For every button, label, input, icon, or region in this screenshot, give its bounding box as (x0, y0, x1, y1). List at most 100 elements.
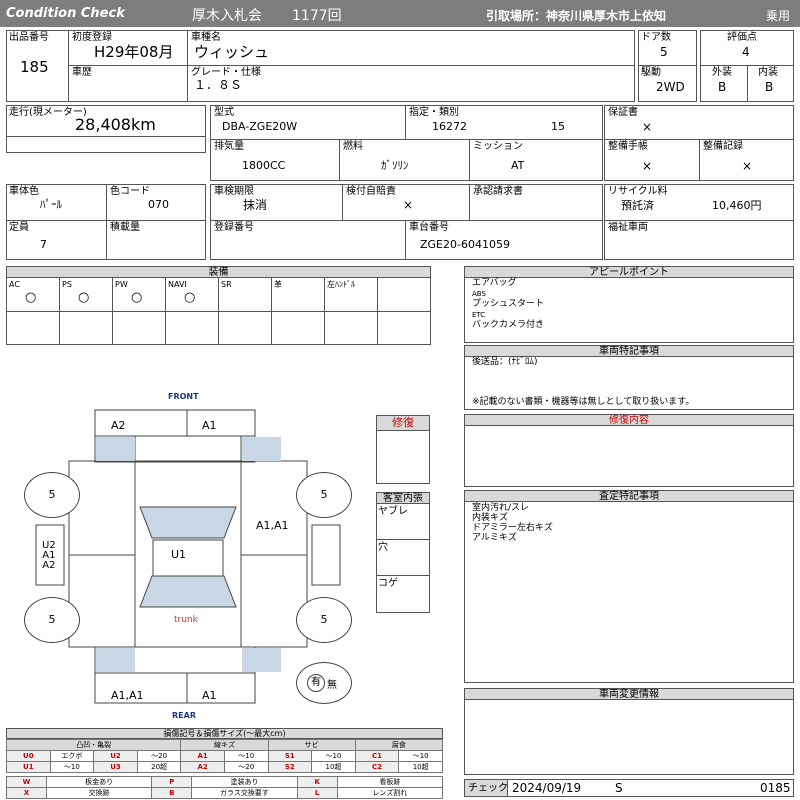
model-name: ウィッシュ (194, 43, 270, 61)
fuel-label: 燃料 (343, 141, 363, 152)
legend-mark-cell: B (151, 787, 193, 799)
condition-check-title: Condition Check (6, 6, 125, 21)
legend-cell: C1 (354, 750, 400, 762)
legend-cell: S1 (267, 750, 313, 762)
equipment-label: PS (62, 280, 72, 289)
rear-label: REAR (172, 711, 196, 720)
special-text: 後送品：(ﾅﾋﾞﾛﾑ) (472, 357, 538, 367)
interior-value: B (765, 80, 774, 94)
tire-rear-left: 5 (24, 597, 80, 643)
legend-cell: 20超 (136, 761, 182, 773)
damage-legend: 損傷記号＆損傷サイズ(〜最大cm) 凸凹・亀裂 線キズ サビ 腐食 U0 エクボ U… (5, 728, 444, 799)
doors-value: 5 (660, 45, 668, 59)
legend-cell: 〜10 (311, 750, 356, 762)
chassis-label: 車台番号 (409, 222, 449, 233)
classification-value: 15 (551, 120, 565, 133)
legend-cell: 〜10 (49, 761, 95, 773)
category: 乗用 (766, 9, 791, 23)
chassis-value: ZGE20-6041059 (420, 238, 510, 251)
inspection-value: 抹消 (243, 198, 268, 212)
type-value: DBA-ZGE20W (222, 120, 298, 133)
color-code-value: 070 (148, 198, 169, 211)
equipment-value: ○ (25, 290, 37, 305)
appeal-item: バックカメラ付き (472, 320, 545, 330)
exterior-value: B (718, 80, 727, 94)
designation-value: 16272 (432, 120, 467, 133)
damage-left-side: U2 A1 A2 (42, 541, 56, 571)
legend-title: 損傷記号＆損傷サイズ(〜最大cm) (6, 728, 443, 739)
assessment-item: ドアミラー左右キズ (472, 523, 553, 533)
equipment-value: ○ (78, 290, 90, 305)
load-label: 積載量 (110, 222, 140, 233)
fuel-value: ｶﾞｿﾘﾝ (381, 159, 409, 172)
legend-mark-cell: 看板跡 (336, 776, 444, 788)
designation-label: 指定・類別 (409, 107, 459, 118)
legend-group: 線キズ (180, 739, 269, 751)
assessment-item: アルミキズ (472, 533, 517, 543)
trunk-label: trunk (174, 615, 198, 625)
tire-rear-right: 5 (296, 597, 352, 643)
capacity-label: 定員 (9, 222, 29, 233)
approval-label: 承認請求書 (473, 186, 523, 197)
warranty-label: 保証書 (608, 107, 638, 118)
legend-cell: S2 (267, 761, 313, 773)
score-label: 評価点 (727, 32, 757, 43)
legend-mark-cell: L (296, 787, 338, 799)
record-value: × (742, 159, 753, 173)
maintenance-value: × (642, 159, 653, 173)
legend-mark-cell: P (151, 776, 193, 788)
legend-mark-cell: 塗装あり (191, 776, 298, 788)
legend-cell: U3 (93, 761, 138, 773)
special-note: ※記載のない書類・機器等は無しとして取り扱います。 (472, 397, 695, 407)
interior-box (376, 503, 430, 613)
recycle-label: リサイクル料 (608, 186, 668, 197)
mission-value: AT (511, 159, 525, 172)
legend-cell: A1 (180, 750, 225, 762)
equipment-label: 革 (274, 280, 282, 289)
damage-rear-right: A1 (202, 689, 217, 702)
equipment-label: PW (115, 280, 128, 289)
legend-cell: 〜20 (136, 750, 182, 762)
spare-yes: 有 (307, 674, 325, 692)
tire-front-left: 5 (24, 472, 80, 518)
interior-item-burn: コゲ (378, 578, 398, 589)
tire-front-right: 5 (296, 472, 352, 518)
drive-label: 駆動 (641, 67, 661, 78)
legend-cell: U1 (6, 761, 51, 773)
legend-mark-cell: W (6, 776, 47, 788)
appeal-item: プッシュスタート (472, 299, 545, 309)
mileage-value: 28,408km (75, 115, 156, 134)
legend-group: サビ (267, 739, 356, 751)
lot-number: 185 (20, 58, 49, 76)
check-date: 2024/09/19 (512, 781, 582, 795)
liability-label: 検付自賠責 (346, 186, 396, 197)
header-bar: Condition Check 厚木入札会 1177回 引取場所：神奈川県厚木市… (0, 0, 800, 27)
damage-front-left: A2 (111, 419, 126, 432)
grade-value: １．８Ｓ (194, 78, 243, 92)
equipment-label: SR (221, 280, 232, 289)
inspection-box (210, 184, 603, 260)
warranty-value: × (642, 120, 653, 134)
legend-group: 腐食 (354, 739, 444, 751)
damage-roof: U1 (171, 548, 187, 561)
equipment-value: ○ (184, 290, 196, 305)
legend-cell: U2 (93, 750, 138, 762)
appeal-item: エアバッグ (472, 278, 517, 288)
repair-content-box (464, 425, 794, 487)
equipment-value: ○ (131, 290, 143, 305)
assessment-item: 内装キズ (472, 513, 509, 523)
repair-label: 修復 (376, 415, 430, 431)
color-value: ﾊﾟｰﾙ (40, 198, 62, 211)
color-code-label: 色コード (110, 186, 150, 197)
check-grade: S (615, 781, 623, 795)
appeal-item: ABS (472, 289, 486, 298)
damage-rear-left: A1,A1 (111, 689, 144, 702)
recycle-fee: 10,460円 (712, 199, 762, 212)
equipment-label: AC (9, 280, 20, 289)
appeal-item: ETC (472, 310, 486, 319)
legend-cell: 〜20 (223, 761, 269, 773)
lot-label: 出品番号 (9, 32, 49, 43)
liability-value: × (403, 198, 414, 212)
capacity-value: 7 (40, 238, 47, 251)
legend-cell: C2 (354, 761, 400, 773)
